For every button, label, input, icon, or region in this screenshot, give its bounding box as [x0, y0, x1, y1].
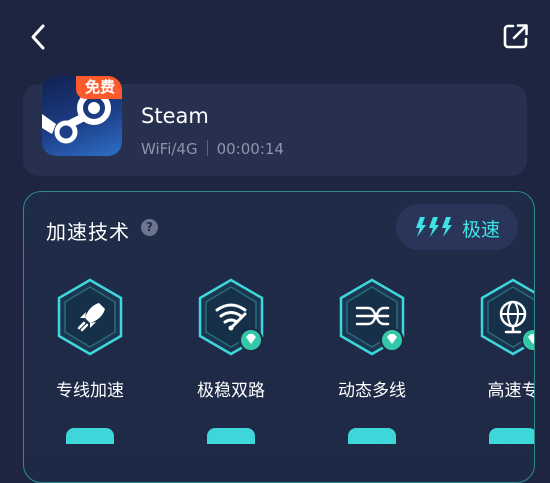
network-type: WiFi/4G — [141, 140, 198, 158]
feature-label: 专线加速 — [56, 381, 124, 401]
top-bar — [0, 0, 550, 70]
multiline-icon — [339, 278, 405, 356]
globe-icon — [480, 278, 534, 356]
feature-dynamic-multiline[interactable]: 动态多线 — [312, 278, 432, 478]
lightning-icon — [416, 217, 452, 237]
feature-dual-route[interactable]: 极稳双路 — [171, 278, 291, 478]
back-icon[interactable] — [26, 20, 54, 54]
feature-high-speed[interactable]: 高速专 — [453, 278, 535, 478]
feature-toggle[interactable] — [489, 428, 534, 444]
speed-mode-label: 极速 — [462, 219, 501, 241]
free-badge: 免费 — [75, 76, 122, 99]
app-card[interactable]: 免费 Steam WiFi/4G 00:00:14 — [23, 76, 527, 176]
connection-info: WiFi/4G 00:00:14 — [141, 140, 284, 158]
help-icon[interactable]: ? — [141, 219, 158, 236]
feature-label: 高速专 — [487, 381, 535, 401]
feature-dedicated-line[interactable]: 专线加速 — [30, 278, 150, 478]
feature-toggle[interactable] — [207, 428, 255, 444]
signal-icon — [198, 278, 264, 356]
feature-toggle[interactable] — [348, 428, 396, 444]
session-timer: 00:00:14 — [216, 140, 284, 158]
speed-mode-button[interactable]: 极速 — [396, 204, 518, 250]
rocket-icon — [57, 278, 123, 356]
app-name: Steam — [141, 104, 209, 128]
share-icon[interactable] — [500, 20, 532, 52]
feature-label: 动态多线 — [338, 381, 406, 401]
acceleration-card: 加速技术 ? 极速 专线加速 极稳双路 动态多线 高速专 — [23, 191, 535, 483]
section-title: 加速技术 — [46, 220, 130, 244]
divider — [206, 140, 208, 156]
feature-toggle[interactable] — [66, 428, 114, 444]
feature-label: 极稳双路 — [197, 381, 265, 401]
steam-logo-icon: 免费 — [42, 76, 122, 156]
